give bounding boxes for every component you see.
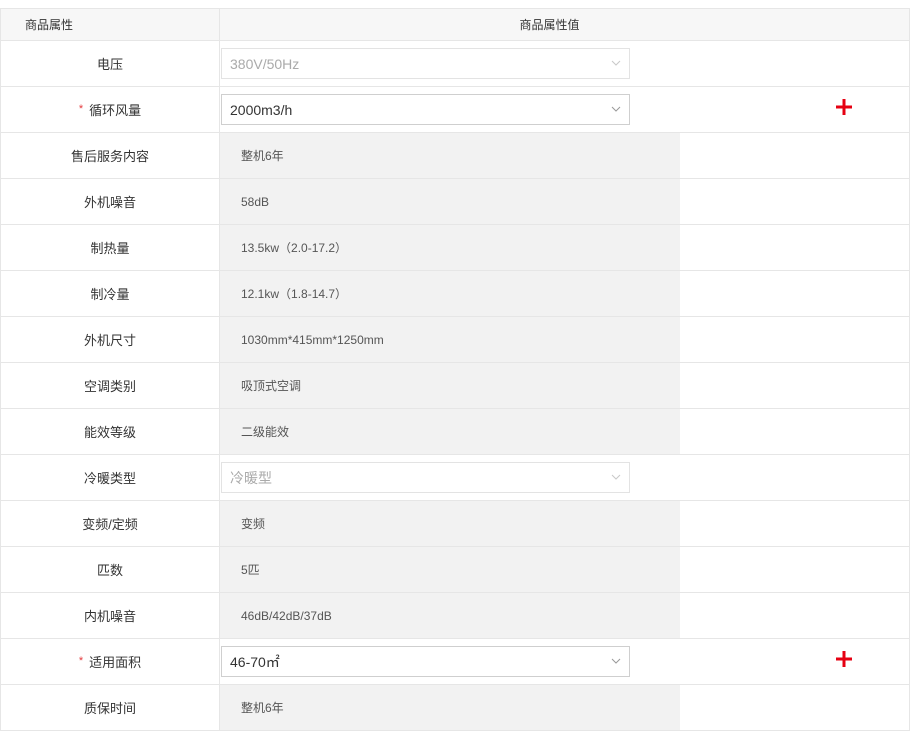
- chevron-down-icon: [611, 474, 621, 480]
- attr-value-cell: 冷暖型: [220, 455, 909, 500]
- attr-value-cell: 二级能效: [220, 409, 909, 454]
- header-name: 商品属性: [1, 9, 220, 40]
- attr-label: 空调类别: [1, 363, 220, 408]
- voltage-select[interactable]: 380V/50Hz: [221, 48, 630, 79]
- table-row: 匹数 5匹: [1, 547, 909, 593]
- select-value: 380V/50Hz: [230, 55, 300, 72]
- table-row: 能效等级 二级能效: [1, 409, 909, 455]
- table-header: 商品属性 商品属性值: [1, 9, 909, 41]
- attr-value: 58dB: [220, 179, 680, 224]
- attr-value-cell: 5匹: [220, 547, 909, 592]
- table-row: * 循环风量 2000m3/h: [1, 87, 909, 133]
- table-row: 质保时间 整机6年: [1, 685, 909, 731]
- attr-label: 内机噪音: [1, 593, 220, 638]
- table-row: 变频/定频 变频: [1, 501, 909, 547]
- attr-label: 制冷量: [1, 271, 220, 316]
- plus-icon[interactable]: [833, 96, 855, 118]
- table-row: 电压 380V/50Hz: [1, 41, 909, 87]
- attr-value: 1030mm*415mm*1250mm: [220, 317, 680, 362]
- table-row: 制冷量 12.1kw（1.8-14.7）: [1, 271, 909, 317]
- attr-label: * 循环风量: [1, 87, 220, 132]
- attr-label: 质保时间: [1, 685, 220, 730]
- attr-value: 二级能效: [220, 409, 680, 454]
- attr-value: 整机6年: [220, 685, 680, 730]
- header-value: 商品属性值: [519, 18, 580, 32]
- chevron-down-icon: [611, 60, 621, 66]
- attr-value-cell: 46-70㎡: [220, 639, 909, 684]
- attr-value: 13.5kw（2.0-17.2）: [220, 225, 680, 270]
- chevron-down-icon: [611, 106, 621, 112]
- attr-value: 变频: [220, 501, 680, 546]
- attr-value: 46dB/42dB/37dB: [220, 593, 680, 638]
- table-row: 外机噪音 58dB: [1, 179, 909, 225]
- attr-label: 售后服务内容: [1, 133, 220, 178]
- attr-value-cell: 变频: [220, 501, 909, 546]
- attr-value: 12.1kw（1.8-14.7）: [220, 271, 680, 316]
- attr-label: 变频/定频: [1, 501, 220, 546]
- attr-value: 整机6年: [220, 133, 680, 178]
- table-row: 外机尺寸 1030mm*415mm*1250mm: [1, 317, 909, 363]
- required-mark: *: [78, 654, 84, 667]
- table-row: 制热量 13.5kw（2.0-17.2）: [1, 225, 909, 271]
- attr-label: 外机噪音: [1, 179, 220, 224]
- table-row: 售后服务内容 整机6年: [1, 133, 909, 179]
- attr-value-cell: 380V/50Hz: [220, 41, 909, 86]
- table-row: * 适用面积 46-70㎡: [1, 639, 909, 685]
- attr-value-cell: 整机6年: [220, 133, 909, 178]
- attribute-table: 商品属性 商品属性值 电压 380V/50Hz * 循环风量 2000m3/h 售…: [0, 8, 910, 731]
- attr-value-cell: 2000m3/h: [220, 87, 909, 132]
- attr-label: 能效等级: [1, 409, 220, 454]
- select-value: 冷暖型: [230, 469, 272, 486]
- attr-label: * 适用面积: [1, 639, 220, 684]
- attr-value-cell: 46dB/42dB/37dB: [220, 593, 909, 638]
- attr-value-cell: 1030mm*415mm*1250mm: [220, 317, 909, 362]
- table-row: 空调类别 吸顶式空调: [1, 363, 909, 409]
- plus-icon[interactable]: [833, 648, 855, 670]
- attr-value-cell: 12.1kw（1.8-14.7）: [220, 271, 909, 316]
- attr-label: 电压: [1, 41, 220, 86]
- attr-value: 5匹: [220, 547, 680, 592]
- chevron-down-icon: [611, 658, 621, 664]
- table-row: 内机噪音 46dB/42dB/37dB: [1, 593, 909, 639]
- attr-value-cell: 吸顶式空调: [220, 363, 909, 408]
- select-value: 2000m3/h: [230, 101, 293, 118]
- attr-label: 冷暖类型: [1, 455, 220, 500]
- required-mark: *: [78, 102, 84, 115]
- airflow-select[interactable]: 2000m3/h: [221, 94, 630, 125]
- attr-label: 外机尺寸: [1, 317, 220, 362]
- attr-label: 制热量: [1, 225, 220, 270]
- attr-value-cell: 13.5kw（2.0-17.2）: [220, 225, 909, 270]
- table-row: 冷暖类型 冷暖型: [1, 455, 909, 501]
- attr-value-cell: 整机6年: [220, 685, 909, 730]
- attr-label: 匹数: [1, 547, 220, 592]
- area-select[interactable]: 46-70㎡: [221, 646, 630, 677]
- attr-value-cell: 58dB: [220, 179, 909, 224]
- select-value: 46-70㎡: [230, 653, 280, 670]
- heating-type-select[interactable]: 冷暖型: [221, 462, 630, 493]
- attr-value: 吸顶式空调: [220, 363, 680, 408]
